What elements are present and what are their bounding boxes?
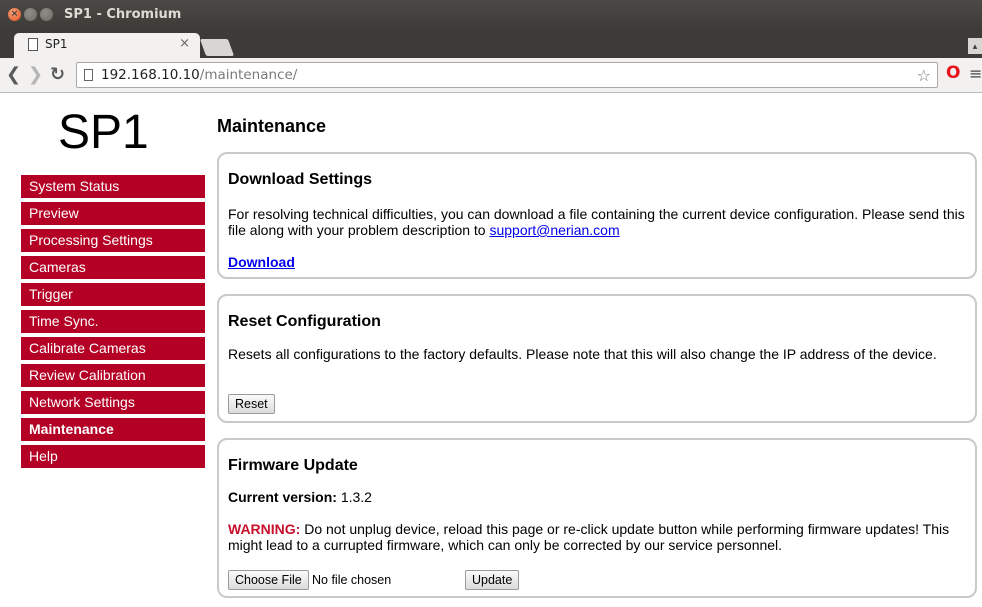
file-status: No file chosen <box>312 573 392 587</box>
download-settings-text: For resolving technical difficulties, yo… <box>228 206 970 238</box>
tab-title: SP1 <box>45 37 68 51</box>
sidebar-item-time-sync[interactable]: Time Sync. <box>21 310 205 333</box>
warning-label: WARNING: <box>228 521 301 537</box>
browser-toolbar: ❮ ❯ ↻ 192.168.10.10/maintenance/ ☆ O ≡ <box>0 58 982 93</box>
tab-close-icon[interactable]: × <box>179 36 190 51</box>
url-text[interactable]: 192.168.10.10/maintenance/ <box>101 67 297 83</box>
sidebar-nav: System Status Preview Processing Setting… <box>21 175 205 472</box>
download-link[interactable]: Download <box>228 254 295 270</box>
window-close-icon[interactable]: × <box>8 8 21 21</box>
tab-overflow-icon[interactable]: ▴ <box>968 38 982 54</box>
url-host: 192.168.10.10 <box>101 67 200 83</box>
sidebar-item-network-settings[interactable]: Network Settings <box>21 391 205 414</box>
reset-button[interactable]: Reset <box>228 394 275 414</box>
firmware-warning: WARNING: Do not unplug device, reload th… <box>228 521 970 553</box>
forward-icon[interactable]: ❯ <box>28 65 43 85</box>
reset-configuration-text: Resets all configurations to the factory… <box>228 346 937 362</box>
sidebar-item-help[interactable]: Help <box>21 445 205 468</box>
window-titlebar: × SP1 - Chromium <box>0 0 982 30</box>
browser-tab[interactable]: SP1 × <box>14 33 200 58</box>
page-content: SP1 System Status Preview Processing Set… <box>0 94 982 607</box>
sidebar-item-calibrate-cameras[interactable]: Calibrate Cameras <box>21 337 205 360</box>
firmware-update-heading: Firmware Update <box>228 457 358 474</box>
window-minimize-icon[interactable] <box>24 8 37 21</box>
back-icon[interactable]: ❮ <box>6 65 21 85</box>
reload-icon[interactable]: ↻ <box>50 65 65 85</box>
sidebar-item-trigger[interactable]: Trigger <box>21 283 205 306</box>
choose-file-button[interactable]: Choose File <box>228 570 309 590</box>
download-settings-card: Download Settings For resolving technica… <box>217 152 977 279</box>
tab-strip: SP1 × ▴ <box>0 30 982 58</box>
warning-text: Do not unplug device, reload this page o… <box>228 521 950 553</box>
sidebar-item-cameras[interactable]: Cameras <box>21 256 205 279</box>
current-version: Current version: 1.3.2 <box>228 489 970 505</box>
sidebar-item-review-calibration[interactable]: Review Calibration <box>21 364 205 387</box>
support-email-link[interactable]: support@nerian.com <box>489 222 619 238</box>
sidebar-item-preview[interactable]: Preview <box>21 202 205 225</box>
sidebar-item-maintenance[interactable]: Maintenance <box>21 418 205 441</box>
logo: SP1 <box>58 106 149 159</box>
current-version-value: 1.3.2 <box>340 489 372 505</box>
page-icon <box>84 69 93 81</box>
bookmark-star-icon[interactable]: ☆ <box>917 66 931 85</box>
window-title: SP1 - Chromium <box>64 7 182 22</box>
reset-configuration-heading: Reset Configuration <box>228 313 381 330</box>
download-settings-heading: Download Settings <box>228 171 372 188</box>
sidebar-item-processing-settings[interactable]: Processing Settings <box>21 229 205 252</box>
page-icon <box>28 38 38 51</box>
download-link-row: Download <box>228 254 970 270</box>
window-maximize-icon[interactable] <box>40 8 53 21</box>
menu-icon[interactable]: ≡ <box>969 64 982 83</box>
update-button[interactable]: Update <box>465 570 520 590</box>
sidebar-item-system-status[interactable]: System Status <box>21 175 205 198</box>
current-version-label: Current version: <box>228 489 337 505</box>
firmware-update-card: Firmware Update Current version: 1.3.2 W… <box>217 438 977 598</box>
reset-configuration-card: Reset Configuration Resets all configura… <box>217 294 977 423</box>
address-bar[interactable]: 192.168.10.10/maintenance/ ☆ <box>76 62 938 88</box>
opera-extension-icon[interactable]: O <box>946 63 960 83</box>
page-title: Maintenance <box>217 116 327 136</box>
new-tab-button[interactable] <box>199 39 235 56</box>
url-path: /maintenance/ <box>199 67 298 83</box>
